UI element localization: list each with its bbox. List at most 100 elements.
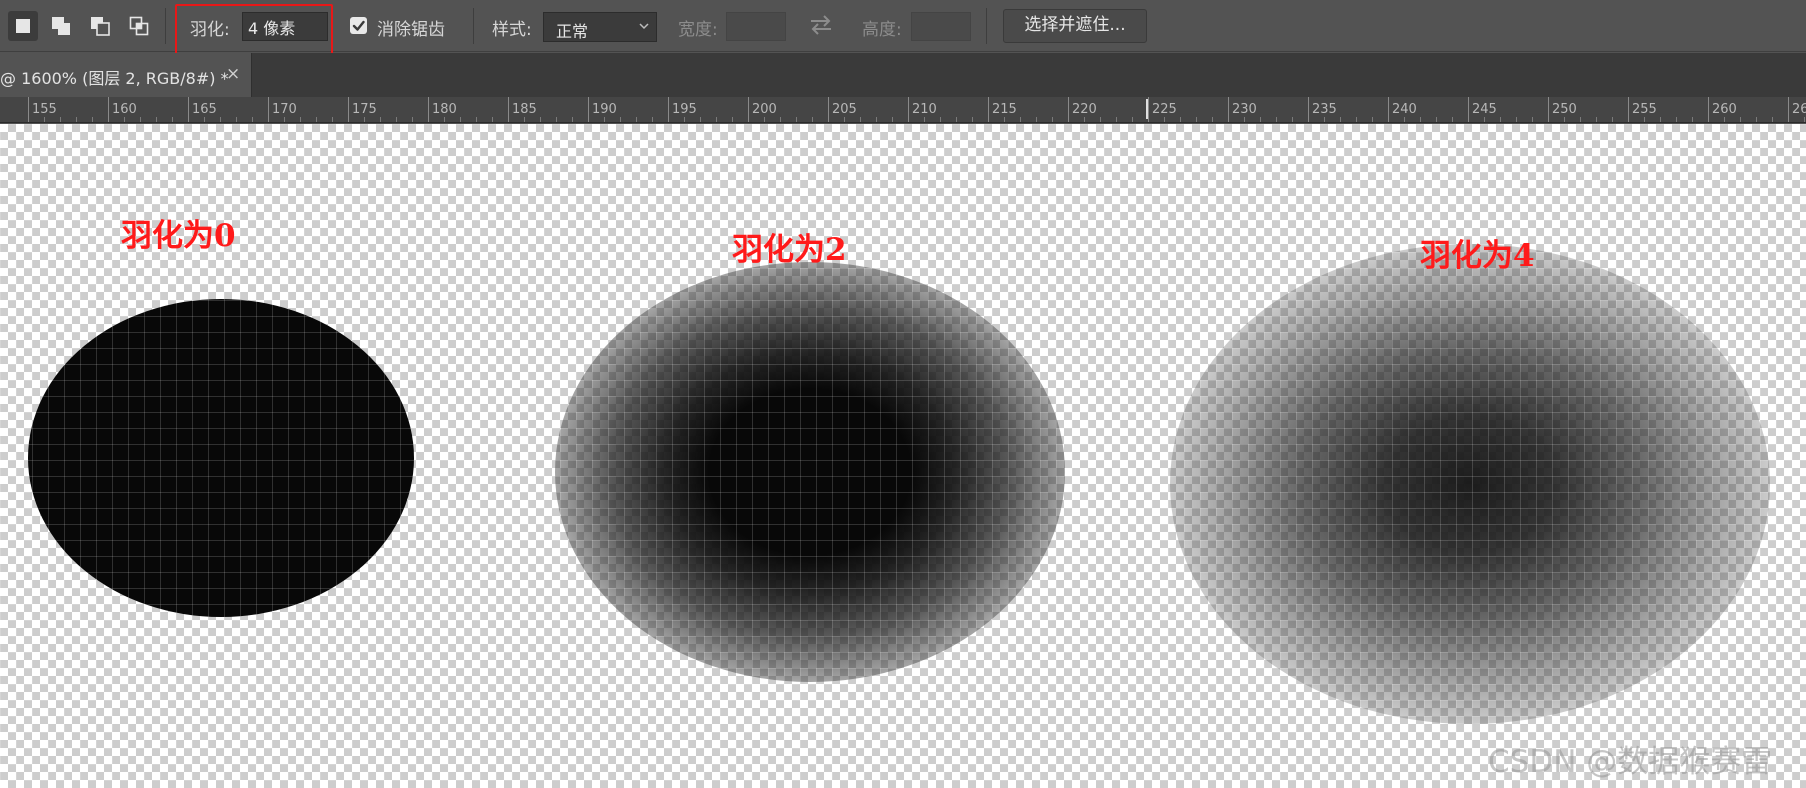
ruler-major-tick [1068, 97, 1069, 122]
ruler-minor-tick [1580, 117, 1581, 122]
ruler-major-tick [1788, 97, 1789, 122]
ruler-minor-tick [1596, 117, 1597, 122]
ruler-minor-tick [1164, 117, 1165, 122]
horizontal-ruler[interactable]: 155 160 165 170 175 180 185 190 195 200 205 210 215 2… [0, 97, 1806, 123]
ruler-label: 215 [992, 102, 1017, 117]
separator [165, 8, 166, 44]
ruler-major-tick [1628, 97, 1629, 122]
ruler-minor-tick [316, 117, 317, 122]
ruler-major-tick [828, 97, 829, 122]
ruler-major-tick [1548, 97, 1549, 122]
ruler-major-tick [908, 97, 909, 122]
swap-width-height-icon[interactable] [808, 13, 834, 37]
ruler-minor-tick [380, 117, 381, 122]
ruler-minor-tick [1532, 117, 1533, 122]
feather-input[interactable] [242, 12, 328, 41]
ruler-minor-tick [204, 117, 205, 122]
ruler-major-tick [1468, 97, 1469, 122]
ruler-minor-tick [972, 117, 973, 122]
ruler-minor-tick [140, 117, 141, 122]
ruler-minor-tick [172, 117, 173, 122]
add-to-selection-icon [52, 17, 70, 35]
ruler-minor-tick [844, 117, 845, 122]
ruler-minor-tick [1292, 117, 1293, 122]
ruler-label: 225 [1152, 102, 1177, 117]
close-tab-icon[interactable]: × [226, 64, 240, 84]
ruler-minor-tick [1100, 117, 1101, 122]
ruler-major-tick [508, 97, 509, 122]
document-tab-title: @ 1600% (图层 2, RGB/8#) * [0, 69, 229, 88]
ruler-label: 26 [1792, 102, 1806, 117]
ruler-minor-tick [1084, 117, 1085, 122]
separator [986, 8, 987, 44]
ruler-major-tick [1708, 97, 1709, 122]
intersect-selection-button[interactable] [124, 11, 154, 41]
ruler-minor-tick [284, 117, 285, 122]
ruler-major-tick [108, 97, 109, 122]
width-input[interactable] [726, 12, 786, 41]
ruler-minor-tick [620, 117, 621, 122]
ruler-minor-tick [1740, 117, 1741, 122]
ruler-minor-tick [1756, 117, 1757, 122]
ruler-minor-tick [1676, 117, 1677, 122]
style-label: 样式: [492, 20, 532, 40]
height-input[interactable] [911, 12, 971, 41]
ruler-minor-tick [1484, 117, 1485, 122]
ruler-minor-tick [1340, 117, 1341, 122]
ruler-minor-tick [764, 117, 765, 122]
width-label: 宽度: [678, 20, 718, 40]
height-label: 高度: [862, 20, 902, 40]
ruler-minor-tick [1772, 117, 1773, 122]
add-to-selection-button[interactable] [46, 11, 76, 41]
anti-alias-checkbox[interactable] [350, 17, 367, 34]
canvas[interactable]: 羽化为0 羽化为2 羽化为4 CSDN @数据猴赛雷 [0, 124, 1806, 788]
select-and-mask-button[interactable]: 选择并遮住... [1003, 9, 1147, 43]
ruler-minor-tick [156, 117, 157, 122]
ruler-label: 230 [1232, 102, 1257, 117]
ruler-label: 255 [1632, 102, 1657, 117]
ruler-label: 205 [832, 102, 857, 117]
anti-alias-label: 消除锯齿 [377, 20, 445, 40]
ruler-minor-tick [60, 117, 61, 122]
ruler-major-tick [1388, 97, 1389, 122]
ruler-minor-tick [1260, 117, 1261, 122]
ruler-minor-tick [892, 117, 893, 122]
ruler-minor-tick [1724, 117, 1725, 122]
chevron-down-icon [639, 23, 649, 30]
subtract-from-selection-icon [91, 17, 110, 36]
style-select[interactable]: 正常 [543, 12, 657, 42]
ruler-minor-tick [332, 117, 333, 122]
ruler-major-tick [588, 97, 589, 122]
subtract-from-selection-button[interactable] [85, 11, 115, 41]
ruler-minor-tick [1564, 117, 1565, 122]
ruler-major-tick [188, 97, 189, 122]
ruler-minor-tick [1276, 117, 1277, 122]
ruler-minor-tick [684, 117, 685, 122]
ruler-minor-tick [732, 117, 733, 122]
ruler-minor-tick [1244, 117, 1245, 122]
ruler-label: 210 [912, 102, 937, 117]
ruler-minor-tick [1020, 117, 1021, 122]
ruler-minor-tick [1500, 117, 1501, 122]
ruler-label: 175 [352, 102, 377, 117]
document-tab[interactable]: @ 1600% (图层 2, RGB/8#) * × [0, 53, 252, 97]
ruler-minor-tick [1180, 117, 1181, 122]
checkmark-icon [352, 20, 365, 31]
style-select-value: 正常 [556, 22, 589, 41]
intersect-selection-icon [129, 16, 149, 36]
ruler-minor-tick [1356, 117, 1357, 122]
ruler-label: 180 [432, 102, 457, 117]
ruler-minor-tick [444, 117, 445, 122]
ruler-minor-tick [476, 117, 477, 122]
ruler-minor-tick [1404, 117, 1405, 122]
separator [473, 8, 474, 44]
ruler-minor-tick [716, 117, 717, 122]
ruler-minor-tick [812, 117, 813, 122]
ruler-minor-tick [1196, 117, 1197, 122]
annotation-feather-4: 羽化为4 [1420, 238, 1535, 274]
ruler-label: 160 [112, 102, 137, 117]
new-selection-button[interactable] [8, 11, 38, 41]
ruler-minor-tick [364, 117, 365, 122]
ruler-minor-tick [1132, 117, 1133, 122]
ruler-minor-tick [604, 117, 605, 122]
